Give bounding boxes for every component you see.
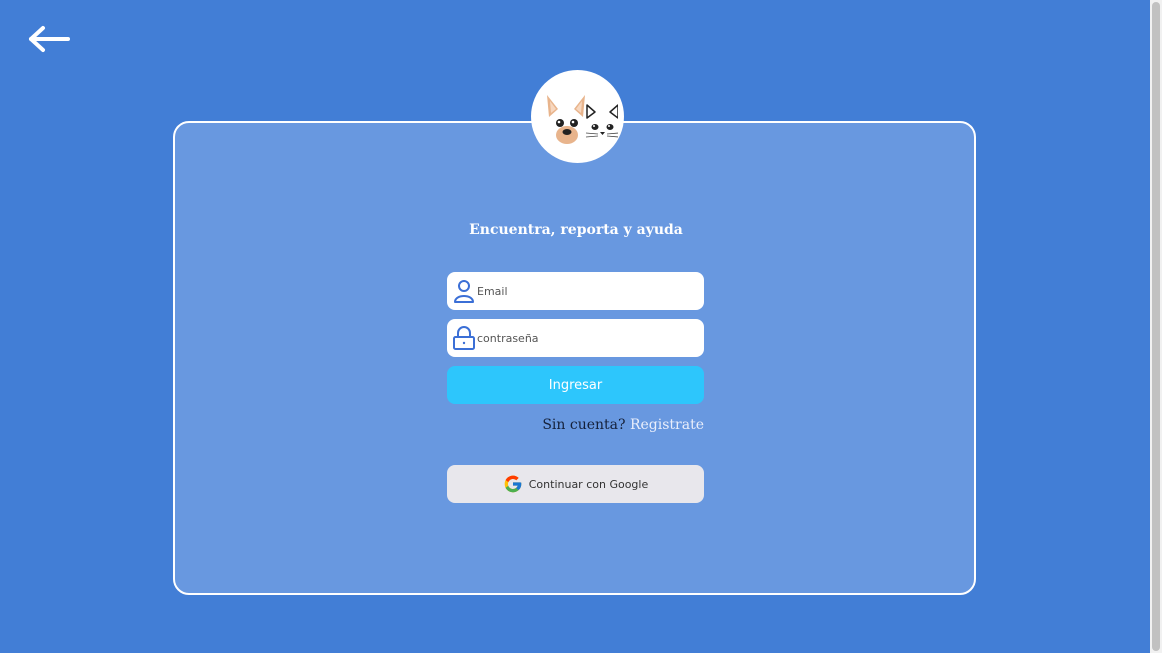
password-input[interactable] (477, 331, 687, 345)
arrow-left-icon (29, 26, 70, 52)
signup-question: Sin cuenta? (542, 417, 626, 433)
google-signin-label: Continuar con Google (528, 477, 649, 491)
login-card (173, 121, 976, 595)
logo (531, 70, 624, 163)
email-input[interactable] (477, 284, 687, 298)
dog-and-cat-logo-icon (546, 94, 618, 144)
register-link[interactable]: Registrate (630, 417, 704, 433)
email-field[interactable] (447, 272, 704, 310)
login-button[interactable]: Ingresar (447, 366, 704, 404)
password-field[interactable] (447, 319, 704, 357)
google-icon (504, 475, 522, 493)
scrollbar[interactable] (1150, 0, 1162, 653)
signup-prompt: Sin cuenta? Registrate (447, 417, 704, 433)
tagline: Encuentra, reporta y ayuda (469, 222, 683, 238)
back-button[interactable] (26, 22, 74, 56)
google-signin-button[interactable]: Continuar con Google (447, 465, 704, 503)
user-icon (453, 279, 475, 303)
lock-icon (453, 326, 475, 350)
scrollbar-thumb[interactable] (1152, 2, 1160, 651)
